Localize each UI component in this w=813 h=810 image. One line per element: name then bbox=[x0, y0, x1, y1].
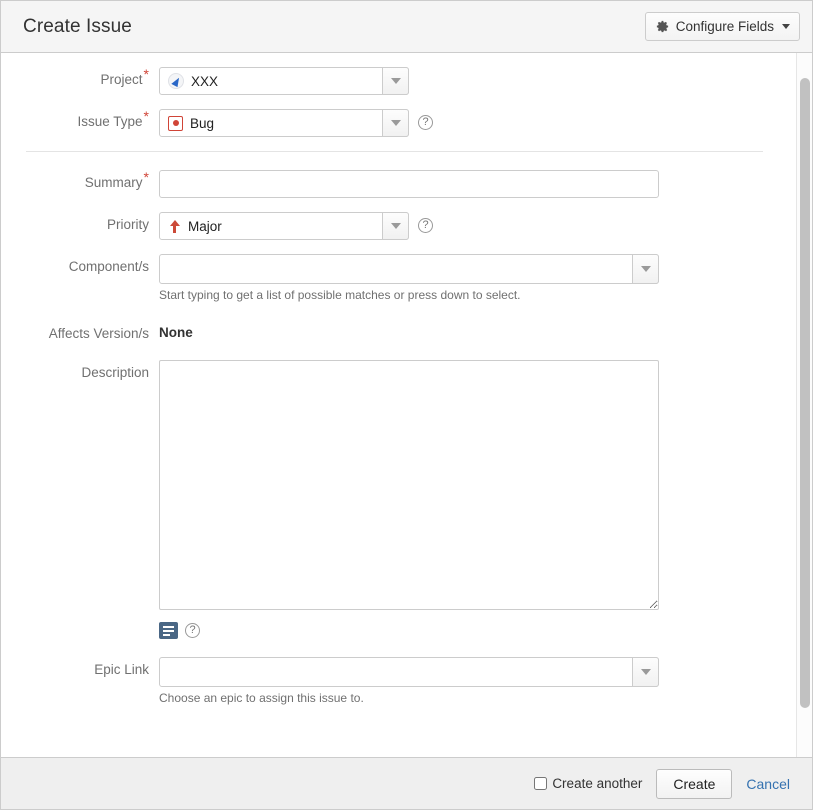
components-control: Start typing to get a list of possible m… bbox=[159, 254, 659, 303]
dialog-footer: Create another Create Cancel bbox=[1, 757, 812, 809]
wiki-markup-icon[interactable] bbox=[159, 622, 178, 639]
components-hint: Start typing to get a list of possible m… bbox=[159, 288, 521, 302]
priority-value: Major bbox=[188, 218, 222, 234]
epic-link-dropdown-arrow[interactable] bbox=[632, 657, 659, 687]
project-avatar-icon bbox=[168, 73, 184, 89]
header-actions: Configure Fields bbox=[644, 12, 800, 41]
chevron-down-icon bbox=[640, 669, 651, 675]
issue-type-dropdown-arrow[interactable] bbox=[382, 109, 409, 137]
priority-help-icon[interactable]: ? bbox=[418, 218, 433, 233]
bug-icon bbox=[168, 115, 183, 131]
summary-label: Summary* bbox=[84, 168, 149, 191]
issue-type-label: Issue Type* bbox=[77, 107, 150, 130]
issue-type-control: Bug ? bbox=[159, 109, 433, 137]
description-label: Description bbox=[81, 365, 149, 380]
description-toolbar: ? bbox=[159, 622, 659, 639]
dialog-header: Create Issue Configure Fields bbox=[1, 1, 812, 53]
field-row-description: Description ? bbox=[1, 360, 788, 639]
summary-input[interactable] bbox=[159, 170, 659, 198]
create-issue-dialog: Create Issue Configure Fields Project* X… bbox=[0, 0, 813, 810]
project-control: XXX bbox=[159, 67, 409, 95]
scrollbar-thumb[interactable] bbox=[800, 78, 810, 708]
required-marker: * bbox=[143, 107, 149, 124]
components-combo[interactable] bbox=[159, 254, 659, 284]
project-label: Project* bbox=[100, 65, 149, 88]
field-row-summary: Summary* bbox=[1, 170, 788, 198]
chevron-down-icon bbox=[782, 24, 790, 29]
epic-link-control: Choose an epic to assign this issue to. bbox=[159, 657, 659, 706]
create-issue-form: Project* XXX Issue Type* Bug ? Summary* … bbox=[1, 67, 812, 706]
priority-dropdown-arrow[interactable] bbox=[382, 212, 409, 240]
epic-link-label: Epic Link bbox=[94, 662, 149, 677]
affects-versions-label: Affects Version/s bbox=[48, 326, 149, 341]
epic-link-combo[interactable] bbox=[159, 657, 659, 687]
project-dropdown-arrow[interactable] bbox=[382, 67, 409, 95]
project-select[interactable]: XXX bbox=[159, 67, 409, 95]
gear-icon bbox=[655, 19, 670, 34]
priority-select[interactable]: Major bbox=[159, 212, 409, 240]
create-another-checkbox-wrapper[interactable]: Create another bbox=[534, 776, 642, 791]
priority-control: Major ? bbox=[159, 212, 433, 240]
field-row-epic-link: Epic Link Choose an epic to assign this … bbox=[1, 657, 788, 706]
create-button[interactable]: Create bbox=[656, 768, 733, 799]
issue-type-value: Bug bbox=[190, 115, 215, 131]
affects-versions-control: None bbox=[159, 321, 193, 340]
chevron-down-icon bbox=[390, 120, 401, 126]
field-row-priority: Priority Major ? bbox=[1, 212, 788, 240]
issue-type-select[interactable]: Bug bbox=[159, 109, 409, 137]
description-textarea[interactable] bbox=[159, 360, 659, 610]
components-dropdown-arrow[interactable] bbox=[632, 254, 659, 284]
required-marker: * bbox=[143, 65, 149, 82]
page-title: Create Issue bbox=[23, 15, 132, 37]
configure-fields-button[interactable]: Configure Fields bbox=[644, 12, 800, 41]
field-row-affects-versions: Affects Version/s None bbox=[1, 321, 788, 342]
required-marker: * bbox=[143, 168, 149, 185]
cancel-link[interactable]: Cancel bbox=[746, 776, 790, 792]
components-input[interactable] bbox=[160, 255, 630, 281]
priority-major-up-arrow-icon bbox=[168, 219, 181, 234]
issue-type-help-icon[interactable]: ? bbox=[418, 115, 433, 130]
create-another-label: Create another bbox=[552, 776, 643, 791]
affects-versions-value: None bbox=[159, 325, 193, 340]
epic-link-input[interactable] bbox=[160, 658, 630, 684]
chevron-down-icon bbox=[390, 223, 401, 229]
epic-link-hint: Choose an epic to assign this issue to. bbox=[159, 691, 364, 705]
dialog-body: Project* XXX Issue Type* Bug ? Summary* … bbox=[1, 53, 812, 757]
description-help-icon[interactable]: ? bbox=[185, 623, 200, 638]
field-row-components: Component/s Start typing to get a list o… bbox=[1, 254, 788, 303]
vertical-scrollbar[interactable] bbox=[796, 53, 812, 757]
project-value: XXX bbox=[191, 73, 219, 89]
description-control: ? bbox=[159, 360, 659, 639]
create-another-checkbox[interactable] bbox=[534, 777, 548, 790]
chevron-down-icon bbox=[390, 78, 401, 84]
configure-fields-label: Configure Fields bbox=[675, 19, 774, 34]
section-divider bbox=[26, 151, 763, 152]
priority-label: Priority bbox=[106, 217, 149, 232]
chevron-down-icon bbox=[640, 266, 651, 272]
field-row-issue-type: Issue Type* Bug ? bbox=[1, 109, 788, 137]
summary-control bbox=[159, 170, 659, 198]
field-row-project: Project* XXX bbox=[1, 67, 788, 95]
components-label: Component/s bbox=[68, 259, 149, 274]
